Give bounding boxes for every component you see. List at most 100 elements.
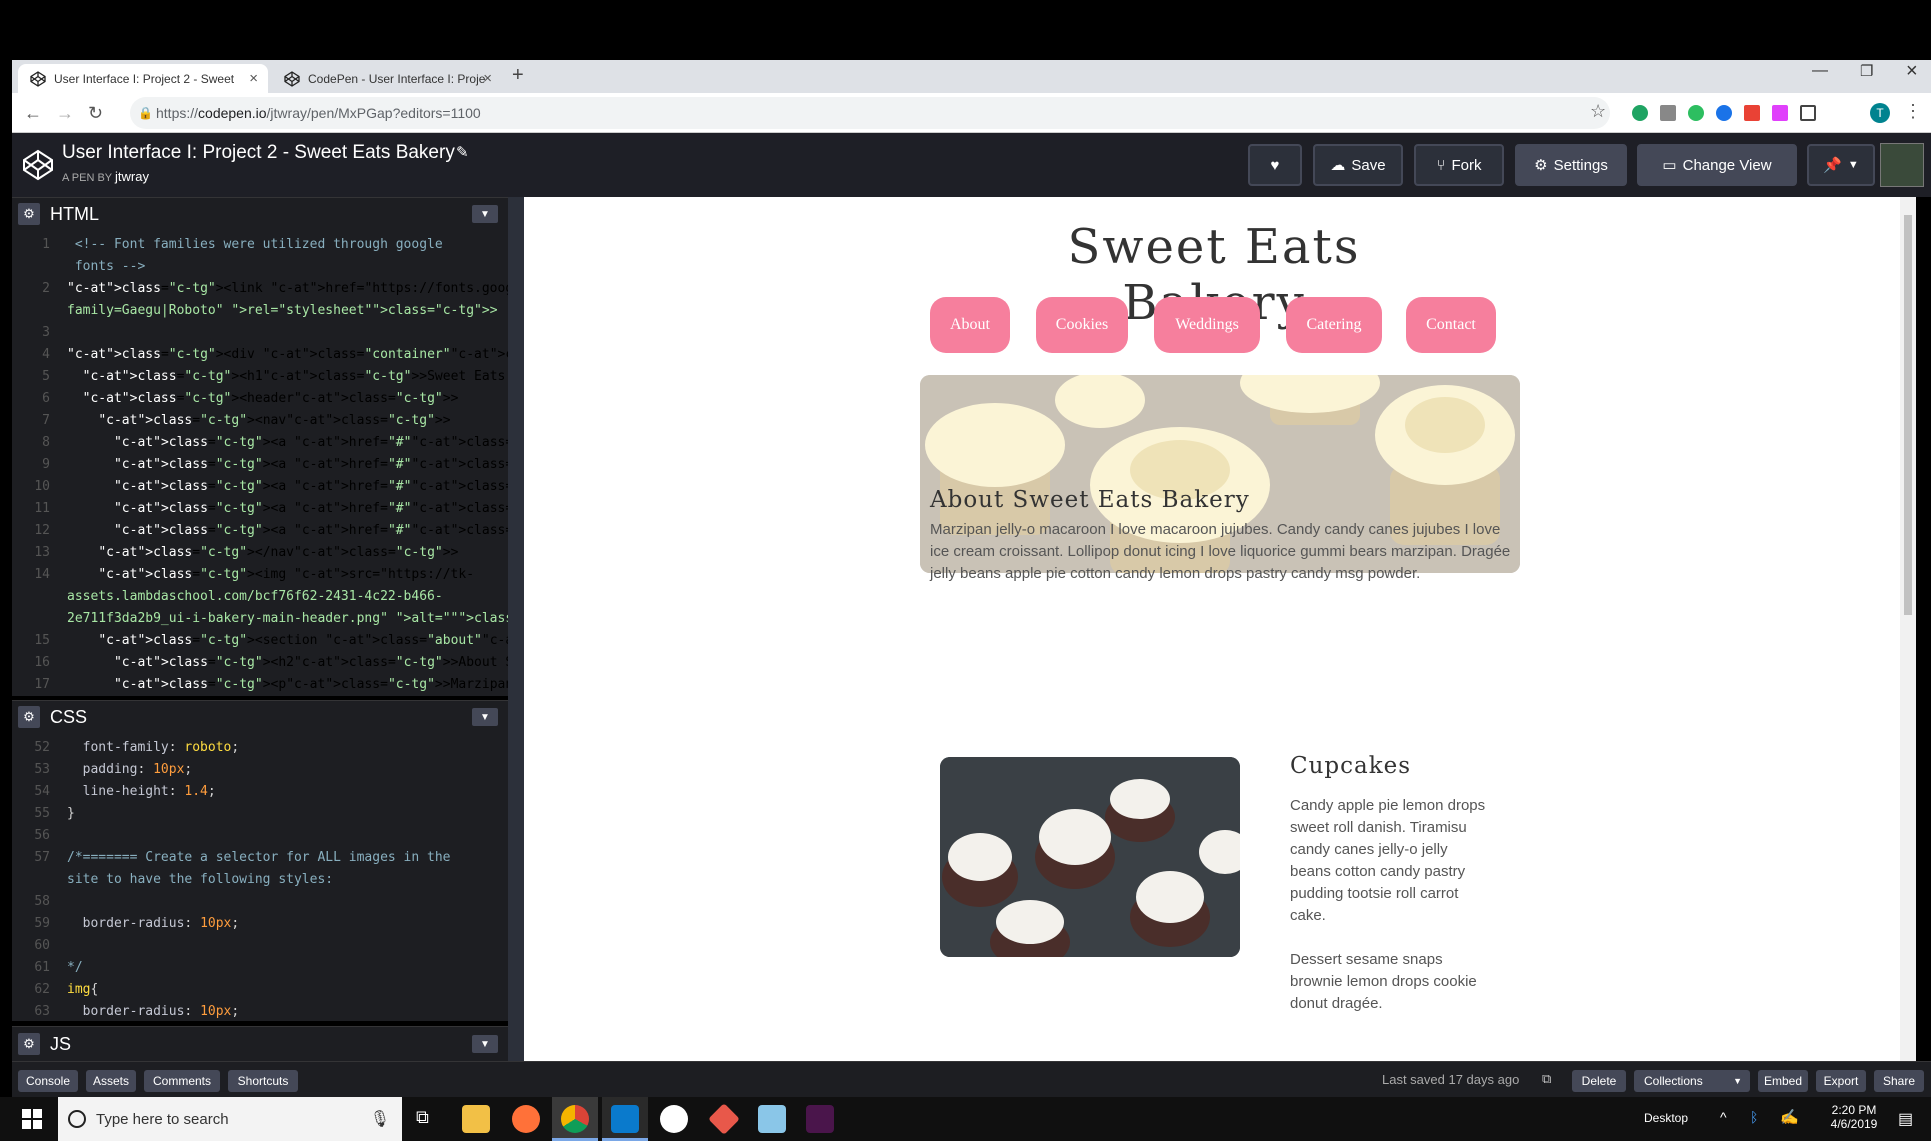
notifications-icon[interactable]: ▤ bbox=[1898, 1109, 1913, 1129]
code-line[interactable]: 12 "c-at">class="c-tg"><a "c-at">href="#… bbox=[12, 520, 508, 542]
code-line[interactable]: site to have the following styles: bbox=[12, 869, 508, 891]
nav-link-contact[interactable]: Contact bbox=[1406, 297, 1496, 353]
code-line[interactable]: 57 /*======= Create a selector for ALL im… bbox=[12, 847, 508, 869]
avatar[interactable]: T bbox=[1870, 103, 1890, 123]
code-line[interactable]: 13 "c-at">class="c-tg"></nav"c-at">class… bbox=[12, 542, 508, 564]
code-line[interactable]: fonts --> bbox=[12, 256, 508, 278]
desktop-toolbar-label[interactable]: Desktop bbox=[1644, 1111, 1688, 1125]
nav-link-about[interactable]: About bbox=[930, 297, 1010, 353]
chevron-down-icon[interactable]: ▼ bbox=[472, 708, 498, 726]
chrome-taskbar-item[interactable] bbox=[552, 1097, 598, 1141]
code-line[interactable]: 4 "c-at">class="c-tg"><div "c-at">class="… bbox=[12, 344, 508, 366]
share-button[interactable]: Share bbox=[1874, 1070, 1924, 1092]
code-line[interactable]: assets.lambdaschool.com/bcf76f62-2431-4c… bbox=[12, 586, 508, 608]
pin-button[interactable]: 📌 ▼ bbox=[1807, 144, 1875, 186]
code-line[interactable]: 52 font-family: roboto; bbox=[12, 737, 508, 759]
code-line[interactable]: 10 "c-at">class="c-tg"><a "c-at">href="#… bbox=[12, 476, 508, 498]
css-editor[interactable]: 52 font-family: roboto; 53 padding: 10px;… bbox=[12, 733, 508, 1021]
close-icon[interactable]: × bbox=[483, 70, 492, 87]
bluetooth-icon[interactable]: ᛒ bbox=[1750, 1109, 1758, 1125]
code-line[interactable]: 58 bbox=[12, 891, 508, 913]
app-icon[interactable] bbox=[758, 1105, 786, 1133]
tab-codepen[interactable]: CodePen - User Interface I: Proje × bbox=[272, 64, 502, 93]
url-input[interactable]: 🔒 https://codepen.io/jtwray/pen/MxPGap?e… bbox=[130, 97, 1610, 129]
code-line[interactable]: 15 "c-at">class="c-tg"><section "c-at">c… bbox=[12, 630, 508, 652]
code-line[interactable]: 63 border-radius: 10px; bbox=[12, 1001, 508, 1021]
change-view-button[interactable]: ▭ Change View bbox=[1637, 144, 1797, 186]
preview-scrollbar[interactable] bbox=[1900, 197, 1916, 1061]
console-button[interactable]: Console bbox=[18, 1070, 78, 1092]
window-close-icon[interactable]: × bbox=[1906, 60, 1918, 83]
chevron-down-icon[interactable]: ▼ bbox=[472, 205, 498, 223]
code-line[interactable]: 61 */ bbox=[12, 957, 508, 979]
task-view-icon[interactable]: ⧉ bbox=[416, 1107, 429, 1128]
code-line[interactable]: 2e711f3da2b9_ui-i-bakery-main-header.png… bbox=[12, 608, 508, 630]
fork-button[interactable]: ⑂ Fork bbox=[1414, 144, 1504, 186]
code-line[interactable]: 9 "c-at">class="c-tg"><a "c-at">href="#"… bbox=[12, 454, 508, 476]
close-icon[interactable]: × bbox=[249, 70, 258, 87]
vue-devtools-icon[interactable] bbox=[1660, 105, 1676, 121]
app-icon[interactable] bbox=[660, 1105, 688, 1133]
code-line[interactable]: 8 "c-at">class="c-tg"><a "c-at">href="#"… bbox=[12, 432, 508, 454]
gear-icon[interactable]: ⚙ bbox=[18, 706, 40, 728]
codepen-logo-icon[interactable] bbox=[22, 149, 54, 181]
tab-sweet-eats[interactable]: User Interface I: Project 2 - Sweet × bbox=[18, 64, 268, 93]
pen-icon[interactable]: ✍ bbox=[1780, 1108, 1799, 1126]
nav-link-weddings[interactable]: Weddings bbox=[1154, 297, 1260, 353]
gear-icon[interactable]: ⚙ bbox=[18, 203, 40, 225]
export-button[interactable]: Export bbox=[1816, 1070, 1866, 1092]
scrollbar-thumb[interactable] bbox=[1904, 215, 1912, 615]
assets-button[interactable]: Assets bbox=[86, 1070, 136, 1092]
code-line[interactable]: 3 bbox=[12, 322, 508, 344]
shortcuts-button[interactable]: Shortcuts bbox=[228, 1070, 298, 1092]
code-line[interactable]: 59 border-radius: 10px; bbox=[12, 913, 508, 935]
code-line[interactable]: family=Gaegu|Roboto" ">rel="stylesheet""… bbox=[12, 300, 508, 322]
git-icon[interactable] bbox=[708, 1103, 740, 1135]
evernote-icon[interactable] bbox=[1688, 105, 1704, 121]
like-button[interactable]: ♥ bbox=[1248, 144, 1302, 186]
extension-icon[interactable] bbox=[1716, 105, 1732, 121]
code-line[interactable]: 2 "c-at">class="c-tg"><link "c-at">href="… bbox=[12, 278, 508, 300]
settings-button[interactable]: ⚙ Settings bbox=[1515, 144, 1627, 186]
code-line[interactable]: 53 padding: 10px; bbox=[12, 759, 508, 781]
code-line[interactable]: 17 "c-at">class="c-tg"><p"c-at">class="c… bbox=[12, 674, 508, 696]
vscode-taskbar-item[interactable] bbox=[602, 1097, 648, 1141]
code-line[interactable]: 55} bbox=[12, 803, 508, 825]
clock-time[interactable]: 2:20 PM bbox=[1824, 1103, 1884, 1117]
pen-title[interactable]: User Interface I: Project 2 - Sweet Eats… bbox=[62, 142, 455, 164]
edit-pencil-icon[interactable]: ✎ bbox=[456, 143, 469, 161]
extension-icon[interactable] bbox=[1744, 105, 1760, 121]
code-line[interactable]: 1 <!-- Font families were utilized throu… bbox=[12, 234, 508, 256]
bookmark-star-icon[interactable]: ☆ bbox=[1590, 101, 1606, 122]
delete-button[interactable]: Delete bbox=[1572, 1070, 1626, 1092]
firefox-icon[interactable] bbox=[512, 1105, 540, 1133]
microphone-icon[interactable]: 🎙 bbox=[370, 1109, 390, 1129]
html-editor[interactable]: 1 <!-- Font families were utilized throu… bbox=[12, 230, 508, 696]
comments-button[interactable]: Comments bbox=[144, 1070, 220, 1092]
windows-start-icon[interactable] bbox=[22, 1109, 42, 1129]
author-link[interactable]: jtwray bbox=[115, 169, 149, 184]
external-link-icon[interactable]: ⧉ bbox=[1542, 1071, 1551, 1087]
clock-date[interactable]: 4/6/2019 bbox=[1824, 1117, 1884, 1131]
collections-button[interactable]: Collections ▼ bbox=[1634, 1070, 1750, 1092]
slack-icon[interactable] bbox=[806, 1105, 834, 1133]
taskbar-search-box[interactable]: Type here to search 🎙 bbox=[58, 1097, 402, 1141]
new-tab-icon[interactable]: + bbox=[512, 64, 524, 87]
restore-icon[interactable]: ❐ bbox=[1860, 62, 1873, 80]
code-line[interactable]: 16 "c-at">class="c-tg"><h2"c-at">class="… bbox=[12, 652, 508, 674]
user-avatar[interactable] bbox=[1880, 143, 1924, 187]
extension-icon[interactable] bbox=[1772, 105, 1788, 121]
nav-link-cookies[interactable]: Cookies bbox=[1036, 297, 1128, 353]
minimize-icon[interactable]: — bbox=[1812, 62, 1828, 80]
menu-kebab-icon[interactable]: ⋮ bbox=[1904, 101, 1922, 122]
code-line[interactable]: 56 bbox=[12, 825, 508, 847]
code-line[interactable]: 7 "c-at">class="c-tg"><nav"c-at">class="… bbox=[12, 410, 508, 432]
code-line[interactable]: 5 "c-at">class="c-tg"><h1"c-at">class="c… bbox=[12, 366, 508, 388]
code-line[interactable]: 6 "c-at">class="c-tg"><header"c-at">clas… bbox=[12, 388, 508, 410]
reload-icon[interactable]: ↻ bbox=[88, 103, 103, 124]
chevron-up-icon[interactable]: ^ bbox=[1720, 1109, 1727, 1125]
code-line[interactable]: 60 bbox=[12, 935, 508, 957]
gear-icon[interactable]: ⚙ bbox=[18, 1033, 40, 1055]
pane-resizer[interactable] bbox=[508, 197, 524, 1061]
nav-link-catering[interactable]: Catering bbox=[1286, 297, 1382, 353]
